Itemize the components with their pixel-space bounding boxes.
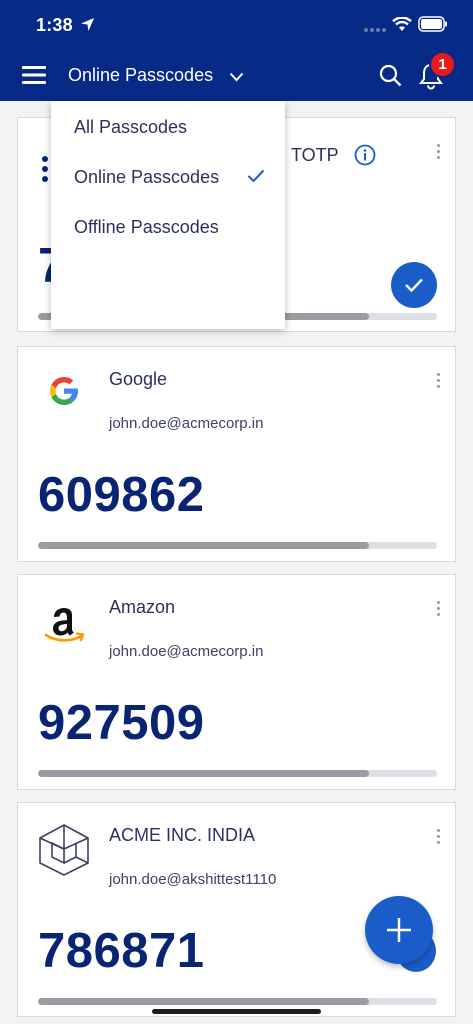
- search-icon[interactable]: [379, 64, 402, 87]
- chevron-down-icon[interactable]: [229, 72, 244, 82]
- google-logo-icon: [46, 373, 82, 409]
- timer-fill: [38, 998, 370, 1005]
- card-title: ACME INC. INDIA: [109, 825, 256, 845]
- account-email: john.doe@akshittest1110: [109, 871, 277, 888]
- battery-icon: [418, 16, 447, 32]
- wifi-icon: [392, 17, 412, 31]
- acme-cube-logo-icon: [38, 823, 90, 877]
- more-options-icon[interactable]: [435, 829, 441, 847]
- timer-fill: [38, 770, 370, 777]
- passcode-value: 927509: [38, 696, 205, 750]
- card-title: Google: [109, 369, 168, 389]
- cellular-signal-icon: [364, 28, 386, 32]
- dropdown-item-offline-passcodes[interactable]: Offline Passcodes: [74, 217, 219, 238]
- plus-icon: [387, 918, 411, 942]
- passcode-timer-bar: [38, 998, 437, 1005]
- passcode-timer-bar: [38, 542, 437, 549]
- account-email: john.doe@acmecorp.in: [109, 415, 264, 432]
- card-title: Amazon: [109, 597, 176, 617]
- add-passcode-button[interactable]: [365, 896, 433, 964]
- passcode-timer-bar: [38, 770, 437, 777]
- card-title: TOTP: [291, 145, 339, 165]
- dropdown-item-all-passcodes[interactable]: All Passcodes: [74, 117, 187, 138]
- app-header: 1:38 Online Passcodes 1: [0, 0, 473, 101]
- timer-fill: [38, 542, 370, 549]
- passcode-value: 786871: [38, 924, 205, 978]
- hamburger-menu-icon[interactable]: [22, 66, 46, 84]
- passcode-value: 609862: [38, 468, 205, 522]
- passcode-card-google[interactable]: Google john.doe@acmecorp.in 609862: [17, 346, 456, 562]
- more-options-icon[interactable]: [435, 601, 441, 619]
- checkmark-icon: [247, 169, 265, 183]
- notification-badge[interactable]: 1: [429, 51, 456, 78]
- info-icon[interactable]: [354, 144, 376, 166]
- dropdown-item-online-passcodes[interactable]: Online Passcodes: [74, 167, 219, 188]
- passcode-filter-title[interactable]: Online Passcodes: [68, 65, 213, 86]
- account-email: john.doe@acmecorp.in: [109, 643, 264, 660]
- status-time: 1:38: [36, 15, 73, 35]
- location-arrow-icon: [80, 17, 95, 32]
- check-circle-icon[interactable]: [391, 262, 437, 308]
- amazon-logo-icon: [40, 597, 88, 645]
- more-options-icon[interactable]: [435, 373, 441, 391]
- passcode-card-amazon[interactable]: Amazon john.doe@acmecorp.in 927509: [17, 574, 456, 790]
- passcode-filter-dropdown: All Passcodes Online Passcodes Offline P…: [51, 101, 285, 329]
- home-indicator[interactable]: [152, 1009, 321, 1014]
- more-options-icon[interactable]: [435, 144, 441, 162]
